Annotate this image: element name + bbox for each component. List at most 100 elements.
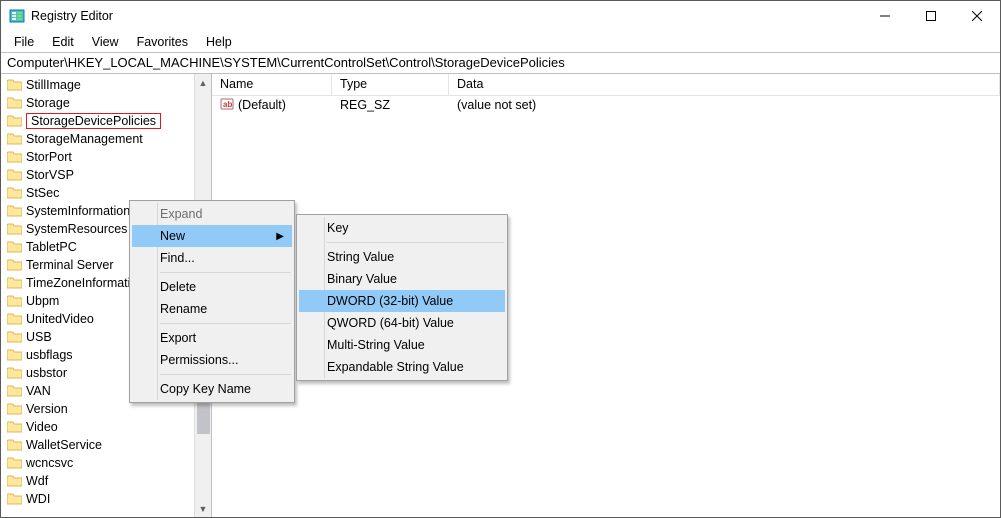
value-type: REG_SZ [332, 98, 449, 112]
folder-icon [7, 79, 22, 91]
context-menu-item[interactable]: String Value [299, 246, 505, 268]
tree-item-label: SystemResources [26, 222, 127, 236]
close-button[interactable] [954, 1, 1000, 31]
folder-icon [7, 457, 22, 469]
context-menu-item[interactable]: Export [132, 327, 292, 349]
tree-item[interactable]: StorageDevicePolicies [1, 112, 211, 130]
folder-icon [7, 259, 22, 271]
tree-item-label: WDI [26, 492, 50, 506]
registry-editor-window: Registry Editor File Edit View Favorites… [0, 0, 1001, 518]
folder-icon [7, 241, 22, 253]
context-menu-item[interactable]: Find... [132, 247, 292, 269]
list-row[interactable]: ab (Default) REG_SZ (value not set) [212, 96, 1000, 114]
tree-item-label: UnitedVideo [26, 312, 94, 326]
column-type[interactable]: Type [332, 74, 449, 95]
context-menu-item[interactable]: Expandable String Value [299, 356, 505, 378]
tree-item[interactable]: Wdf [1, 472, 211, 490]
tree-item-label: USB [26, 330, 52, 344]
menu-view[interactable]: View [85, 33, 126, 51]
menu-help[interactable]: Help [199, 33, 239, 51]
tree-item[interactable]: StorPort [1, 148, 211, 166]
tree-item-label: Version [26, 402, 68, 416]
tree-item-label: StorVSP [26, 168, 74, 182]
folder-icon [7, 295, 22, 307]
list-header: Name Type Data [212, 74, 1000, 96]
folder-icon [7, 349, 22, 361]
main-area: StillImage Storage StorageDevicePolicies St… [1, 74, 1000, 517]
folder-icon [7, 223, 22, 235]
tree-item[interactable]: StillImage [1, 76, 211, 94]
folder-icon [7, 403, 22, 415]
maximize-button[interactable] [908, 1, 954, 31]
context-menu-item[interactable]: Binary Value [299, 268, 505, 290]
tree-item-label: Terminal Server [26, 258, 114, 272]
folder-icon [7, 313, 22, 325]
tree-item[interactable]: StorVSP [1, 166, 211, 184]
context-menu-item[interactable]: Copy Key Name [132, 378, 292, 400]
folder-icon [7, 187, 22, 199]
column-data[interactable]: Data [449, 74, 1000, 95]
tree-item-label: StorageDevicePolicies [26, 113, 161, 129]
window-title: Registry Editor [31, 9, 113, 23]
tree-item-label: StillImage [26, 78, 81, 92]
folder-icon [7, 151, 22, 163]
tree-item-label: Video [26, 420, 58, 434]
chevron-right-icon: ▶ [276, 231, 284, 242]
tree-item[interactable]: Storage [1, 94, 211, 112]
titlebar-left: Registry Editor [9, 8, 113, 24]
tree-item-label: usbflags [26, 348, 73, 362]
context-menu-item: Expand [132, 203, 292, 225]
context-menu-item[interactable]: Rename [132, 298, 292, 320]
scroll-up-arrow-icon[interactable]: ▲ [195, 74, 211, 91]
minimize-button[interactable] [862, 1, 908, 31]
menu-file[interactable]: File [7, 33, 41, 51]
folder-icon [7, 475, 22, 487]
tree-item-label: Wdf [26, 474, 48, 488]
menu-edit[interactable]: Edit [45, 33, 81, 51]
tree-item-label: Storage [26, 96, 70, 110]
titlebar: Registry Editor [1, 1, 1000, 31]
folder-icon [7, 133, 22, 145]
tree-item[interactable]: wcncsvc [1, 454, 211, 472]
folder-icon [7, 97, 22, 109]
folder-icon [7, 115, 22, 127]
tree-item-label: VAN [26, 384, 51, 398]
tree-item-label: StSec [26, 186, 59, 200]
tree-item[interactable]: StorageManagement [1, 130, 211, 148]
menu-favorites[interactable]: Favorites [130, 33, 195, 51]
folder-icon [7, 277, 22, 289]
menubar: File Edit View Favorites Help [1, 31, 1000, 52]
tree-item-label: WalletService [26, 438, 102, 452]
context-menu-item[interactable]: DWORD (32-bit) Value [299, 290, 505, 312]
tree-item[interactable]: WDI [1, 490, 211, 508]
context-menu-item[interactable]: Key [299, 217, 505, 239]
address-bar[interactable]: Computer\HKEY_LOCAL_MACHINE\SYSTEM\Curre… [1, 52, 1000, 74]
scroll-down-arrow-icon[interactable]: ▼ [195, 500, 211, 517]
context-menu-item[interactable]: QWORD (64-bit) Value [299, 312, 505, 334]
column-name[interactable]: Name [212, 74, 332, 95]
string-value-icon: ab [220, 97, 234, 114]
svg-text:ab: ab [223, 100, 232, 109]
context-menu-item[interactable]: Permissions... [132, 349, 292, 371]
context-menu-item[interactable]: Multi-String Value [299, 334, 505, 356]
tree-item-label: Ubpm [26, 294, 59, 308]
folder-icon [7, 205, 22, 217]
tree-item-label: usbstor [26, 366, 67, 380]
value-name: (Default) [238, 98, 286, 112]
tree-item-label: TabletPC [26, 240, 77, 254]
folder-icon [7, 421, 22, 433]
folder-icon [7, 493, 22, 505]
tree-item-label: SystemInformation [26, 204, 130, 218]
tree-item[interactable]: WalletService [1, 436, 211, 454]
folder-icon [7, 169, 22, 181]
context-submenu-new: Key String ValueBinary ValueDWORD (32-bit… [296, 214, 508, 381]
tree-item-label: StorPort [26, 150, 72, 164]
tree-item[interactable]: Video [1, 418, 211, 436]
tree-item-label: StorageManagement [26, 132, 143, 146]
context-menu-key: ExpandNew▶Find... DeleteRename ExportPermi… [129, 200, 295, 403]
context-menu-item[interactable]: Delete [132, 276, 292, 298]
tree-item-label: wcncsvc [26, 456, 73, 470]
context-menu-item[interactable]: New▶ [132, 225, 292, 247]
folder-icon [7, 439, 22, 451]
value-data: (value not set) [449, 98, 1000, 112]
